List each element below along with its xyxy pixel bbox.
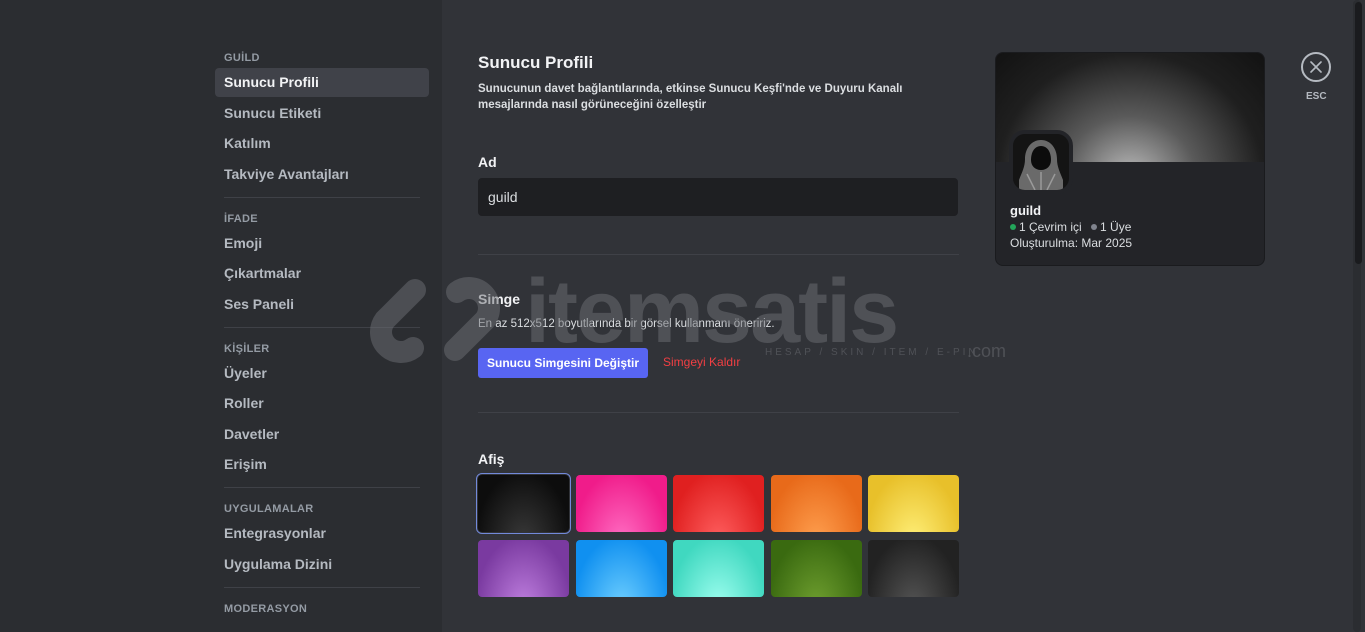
sidebar-item[interactable]: Emoji xyxy=(215,229,429,258)
sidebar-item[interactable]: Roller xyxy=(215,389,429,418)
sidebar-divider xyxy=(224,326,420,328)
esc-label: ESC xyxy=(1306,91,1327,102)
banner-swatch-teal[interactable] xyxy=(673,540,764,597)
sidebar-item[interactable]: Üyeler xyxy=(215,359,429,388)
settings-sidebar: GUİLD Sunucu Profili Sunucu Etiketi Katılım… xyxy=(0,0,442,632)
sidebar-item[interactable]: Sunucu Profili xyxy=(215,68,429,97)
page-title: Sunucu Profili xyxy=(478,53,594,72)
banner-swatch-orange[interactable] xyxy=(770,475,862,532)
sidebar-item[interactable]: Katılım xyxy=(215,129,429,158)
sidebar-section-heading: UYGULAMALAR xyxy=(224,503,314,515)
sidebar-divider xyxy=(224,196,420,198)
watermark-subtext: HESAP / SKIN / ITEM / E-PIN xyxy=(765,347,979,358)
online-dot-icon xyxy=(1010,224,1016,230)
banner-label: Afiş xyxy=(478,451,505,467)
sidebar-nav: GUİLD Sunucu Profili Sunucu Etiketi Katılım… xyxy=(215,44,429,619)
sidebar-section-heading: İFADE xyxy=(224,212,258,225)
preview-server-name: guild xyxy=(1010,203,1042,218)
sidebar-item[interactable]: Uygulama Dizini xyxy=(215,550,429,579)
sidebar-section-heading: MODERASYON xyxy=(224,602,308,615)
server-name-input[interactable]: guild xyxy=(478,178,958,216)
banner-swatch-blue[interactable] xyxy=(575,540,667,597)
sidebar-section-heading: GUİLD xyxy=(224,52,260,64)
sidebar-section-heading: KİŞİLER xyxy=(224,342,270,355)
sidebar-item[interactable]: Erişim xyxy=(215,450,429,479)
sidebar-item[interactable]: Çıkartmalar xyxy=(215,259,429,288)
name-label: Ad xyxy=(478,154,497,170)
change-icon-button[interactable]: Sunucu Simgesini Değiştir xyxy=(478,348,648,378)
server-preview-card: guild 1 Çevrim içi 1 Üye Oluşturulma: Ma… xyxy=(995,52,1265,266)
divider xyxy=(478,254,959,255)
sidebar-divider xyxy=(224,586,420,588)
banner-swatch-green[interactable] xyxy=(770,540,862,597)
banner-swatch-yellow[interactable] xyxy=(868,475,959,532)
sidebar-item[interactable]: Ses Paneli xyxy=(215,290,429,319)
divider xyxy=(478,412,959,413)
sidebar-item[interactable]: Takviye Avantajları xyxy=(215,160,429,189)
banner-swatch-purple[interactable] xyxy=(478,540,569,597)
online-count: 1 Çevrim içi xyxy=(1019,220,1082,234)
icon-label: Simge xyxy=(478,291,521,307)
sidebar-divider xyxy=(224,487,420,488)
remove-icon-link[interactable]: Simgeyi Kaldır xyxy=(663,355,740,369)
banner-swatch-black[interactable] xyxy=(476,473,571,534)
close-button[interactable] xyxy=(1301,52,1331,82)
banner-swatch-red[interactable] xyxy=(673,475,764,532)
member-count: 1 Üye xyxy=(1100,220,1132,234)
close-icon xyxy=(1310,61,1322,73)
page-description: Sunucunun davet bağlantılarında, etkinse… xyxy=(478,83,903,111)
banner-swatch-gray[interactable] xyxy=(868,540,959,597)
preview-created-date: Oluşturulma: Mar 2025 xyxy=(1010,236,1133,250)
server-avatar xyxy=(1009,130,1073,194)
watermark-domain: .com xyxy=(967,341,1007,361)
banner-swatch-pink[interactable] xyxy=(575,475,667,532)
preview-stats: 1 Çevrim içi 1 Üye xyxy=(1010,220,1131,234)
sidebar-item[interactable]: Davetler xyxy=(215,420,429,449)
hooded-figure-icon xyxy=(1013,134,1069,190)
icon-hint: En az 512x512 boyutlarında bir görsel ku… xyxy=(478,318,775,330)
scrollbar-thumb[interactable] xyxy=(1355,2,1362,264)
sidebar-item[interactable]: Sunucu Etiketi xyxy=(215,99,429,128)
sidebar-item[interactable]: Entegrasyonlar xyxy=(215,519,429,548)
member-dot-icon xyxy=(1091,224,1098,230)
